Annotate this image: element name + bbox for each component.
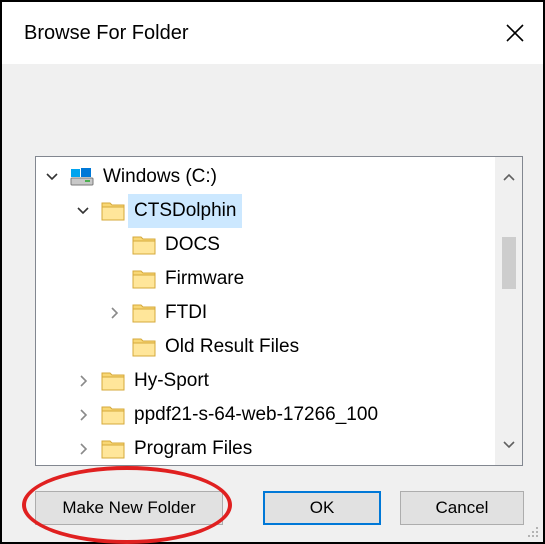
tree-row-label[interactable]: FTDI — [165, 296, 207, 330]
tree-row[interactable]: Windows (C:) — [36, 160, 496, 194]
tree-row-label[interactable]: DOCS — [165, 228, 220, 262]
tree-row[interactable]: Hy-Sport — [36, 364, 496, 398]
tree-row[interactable]: Firmware — [36, 262, 496, 296]
folder-icon — [101, 406, 125, 425]
vertical-scrollbar[interactable] — [495, 157, 522, 465]
scroll-up-arrow-icon[interactable] — [502, 171, 516, 183]
tree-row-label[interactable]: Firmware — [165, 262, 244, 296]
chevron-right-icon[interactable] — [107, 305, 121, 321]
folder-icon — [101, 440, 125, 459]
close-button[interactable] — [487, 2, 543, 64]
tree-row[interactable]: DOCS — [36, 228, 496, 262]
tree-row[interactable]: Program Files — [36, 432, 496, 465]
tree-row[interactable]: Old Result Files — [36, 330, 496, 364]
cancel-button[interactable]: Cancel — [400, 491, 524, 525]
folder-icon — [101, 202, 125, 221]
red-annotation-circle — [22, 466, 232, 544]
tree-row[interactable]: CTSDolphin — [36, 194, 496, 228]
tree-row-label[interactable]: Program Files — [134, 432, 252, 465]
chevron-right-icon[interactable] — [76, 441, 90, 457]
folder-icon — [132, 338, 156, 357]
tree-row-label[interactable]: Hy-Sport — [134, 364, 209, 398]
dialog-title: Browse For Folder — [24, 22, 189, 44]
chevron-right-icon[interactable] — [76, 373, 90, 389]
chevron-down-icon[interactable] — [76, 203, 90, 219]
chevron-right-icon[interactable] — [76, 407, 90, 423]
resize-grip-icon[interactable] — [525, 524, 539, 538]
tree-row-label[interactable]: Old Result Files — [165, 330, 299, 364]
folder-tree[interactable]: Windows (C:) CTSDolphin DOCS Firmware FTDI Ol… — [35, 156, 523, 466]
title-bar: Browse For Folder — [2, 2, 543, 64]
folder-icon — [101, 372, 125, 391]
ok-button[interactable]: OK — [263, 491, 381, 525]
folder-tree-rows: Windows (C:) CTSDolphin DOCS Firmware FTDI Ol… — [36, 157, 496, 465]
close-icon — [506, 24, 524, 42]
scrollbar-thumb[interactable] — [502, 237, 516, 289]
tree-row-label[interactable]: CTSDolphin — [128, 194, 243, 228]
tree-row-label[interactable]: Windows (C:) — [103, 160, 217, 194]
scroll-down-arrow-icon[interactable] — [502, 439, 516, 451]
folder-icon — [132, 304, 156, 323]
drive-icon — [70, 168, 94, 186]
folder-icon — [132, 236, 156, 255]
tree-row[interactable]: ppdf21-s-64-web-17266_100 — [36, 398, 496, 432]
chevron-down-icon[interactable] — [45, 169, 59, 185]
tree-row[interactable]: FTDI — [36, 296, 496, 330]
folder-icon — [132, 270, 156, 289]
browse-for-folder-dialog: Browse For Folder Windows (C:) CTSDolphin… — [0, 0, 545, 544]
tree-row-label[interactable]: ppdf21-s-64-web-17266_100 — [134, 398, 378, 432]
